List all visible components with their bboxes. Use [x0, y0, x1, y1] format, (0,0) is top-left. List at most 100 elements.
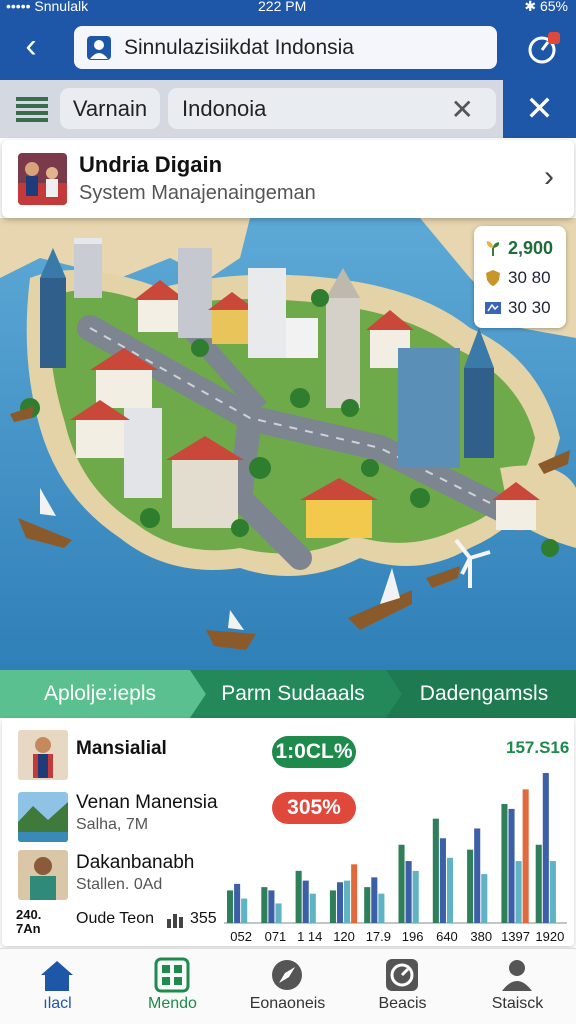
chart-bar	[398, 844, 405, 923]
info-title: Undria Digain	[79, 152, 223, 177]
flag-icon	[485, 302, 501, 314]
map-stats-panel: 2,900 30 80 30 30	[474, 226, 566, 328]
user-icon	[502, 960, 532, 991]
search-field[interactable]: Sinnulazisiikdat Indonsia	[74, 26, 497, 69]
bars-icon	[167, 914, 183, 928]
chart-bar	[439, 838, 446, 923]
chart-bar	[481, 874, 488, 923]
list-item-title[interactable]: Mansialial	[76, 738, 167, 760]
chart-bar	[515, 861, 522, 923]
chart-bar	[351, 864, 358, 923]
chevron-right-icon: ›	[544, 160, 554, 193]
chart-bar	[542, 773, 549, 923]
clear-icon[interactable]: ✕	[451, 93, 474, 126]
nav-home-label: ılacl	[43, 995, 72, 1012]
tab-aplolje[interactable]: Aplolje:iepls	[0, 670, 200, 718]
chart-bar	[467, 849, 474, 923]
x-tick-label: 071	[265, 929, 287, 944]
chart-bar	[295, 870, 302, 923]
close-button[interactable]: ✕	[503, 80, 576, 138]
stat-value-defense: 30 80	[508, 268, 551, 287]
nav-home[interactable]: ılacl	[0, 949, 115, 1024]
x-tick-label: 196	[402, 929, 424, 944]
x-tick-label: 640	[436, 929, 458, 944]
nav-beacis-label: Beacis	[378, 995, 427, 1012]
chart-bar	[432, 818, 439, 923]
nav-beacis[interactable]: Beacis	[345, 949, 460, 1024]
x-tick-label: 17.9	[366, 929, 391, 944]
stat-value-resources: 2,900	[508, 237, 554, 258]
list-item-subtitle: Stallen. 0Ad	[76, 876, 163, 893]
landscape-thumbnail	[18, 792, 68, 842]
x-tick-label: 052	[230, 929, 252, 944]
chart-bar	[344, 880, 351, 923]
battery-percent: 65%	[539, 0, 568, 14]
chart-bar	[378, 893, 385, 923]
variant-chip[interactable]: Varnain	[60, 88, 160, 129]
search-text: Sinnulazisiikdat Indonsia	[124, 35, 354, 59]
x-tick-label: 380	[470, 929, 492, 944]
list-item-title[interactable]: Venan Manensia	[76, 792, 218, 814]
chart-bar	[412, 870, 419, 923]
stat-row-resources: 2,900	[484, 236, 553, 260]
nav-eonaoneis-label: Eonaoneis	[249, 995, 326, 1012]
x-tick-label: 1397	[501, 929, 530, 944]
nav-mendo-label: Mendo	[148, 995, 197, 1012]
back-button[interactable]: ‹	[14, 26, 48, 66]
carrier-label: ••••• Snnulalk	[6, 0, 89, 14]
query-chip[interactable]: Indonoia ✕	[168, 88, 496, 129]
chart-bar	[501, 804, 508, 923]
summary-card: Mansialial Venan Manensia Salha, 7M Daka…	[2, 718, 574, 946]
chart-bar	[336, 882, 344, 923]
variant-chip-label: Varnain	[72, 95, 148, 121]
avatar	[18, 730, 68, 780]
chart-bar	[371, 877, 378, 923]
clock-label: 222 PM	[258, 0, 307, 14]
nav-staisck[interactable]: Staisck	[460, 949, 575, 1024]
list-menu-icon[interactable]	[14, 94, 50, 124]
chart-bar	[474, 828, 481, 923]
chart-bar	[405, 861, 412, 923]
nav-mendo[interactable]: Mendo	[115, 949, 230, 1024]
footer-label: Oude Teon	[76, 910, 154, 927]
chart-bar	[364, 887, 371, 923]
chart-bar	[241, 898, 248, 923]
stat-value-flags: 30 30	[508, 298, 551, 317]
chart-bar	[261, 887, 268, 923]
compass-icon	[272, 960, 302, 990]
list-item-title[interactable]: Dakanbanabh	[76, 852, 194, 874]
battery-label: ✱ 65%	[524, 0, 568, 14]
nav-staisck-label: Staisck	[491, 995, 544, 1012]
segment-tabs: Aplolje:iepls Parm Sudaaals Dadengamsls	[0, 670, 576, 718]
stat-row-defense: 30 80	[484, 266, 551, 290]
x-tick-label: 1920	[535, 929, 564, 944]
grid-icon	[154, 957, 190, 993]
nav-eonaoneis[interactable]: Eonaoneis	[230, 949, 345, 1024]
footer-value: 240. 7An	[16, 907, 42, 936]
chart-bar	[549, 861, 556, 923]
notification-icon[interactable]	[524, 30, 562, 68]
sprout-icon	[486, 241, 500, 256]
chart-bar	[227, 890, 234, 923]
filter-bar: Varnain Indonoia ✕ ✕	[0, 80, 576, 138]
chart-bar	[275, 903, 282, 923]
x-tick-label: 1 14	[297, 929, 322, 944]
chart-bar	[446, 857, 454, 923]
stat-row-flags: 30 30	[484, 296, 551, 320]
shield-icon	[486, 270, 500, 286]
list-item-subtitle: Salha, 7M	[76, 816, 149, 833]
avatar	[18, 850, 68, 900]
chart-bar	[522, 789, 529, 923]
bottom-nav: ılacl Mendo Eonaoneis Beacis Staisck	[0, 948, 576, 1024]
chart-bar	[535, 844, 542, 923]
tab-dadeng[interactable]: Dadengamsls	[392, 670, 576, 718]
x-tick-label: 120	[333, 929, 355, 944]
user-badge-icon	[87, 35, 111, 60]
tab-parm[interactable]: Parm Sudaaals	[196, 670, 390, 718]
footer-count: 355	[190, 910, 217, 927]
info-thumbnail	[18, 153, 67, 205]
bar-chart: 052 071 1 14 120 17.9 196 640 380 1397 1920	[224, 773, 567, 944]
chart-bar	[329, 890, 336, 923]
chart-bar	[302, 880, 309, 923]
info-card[interactable]: Undria Digain System Manajenaingeman ›	[2, 140, 574, 218]
